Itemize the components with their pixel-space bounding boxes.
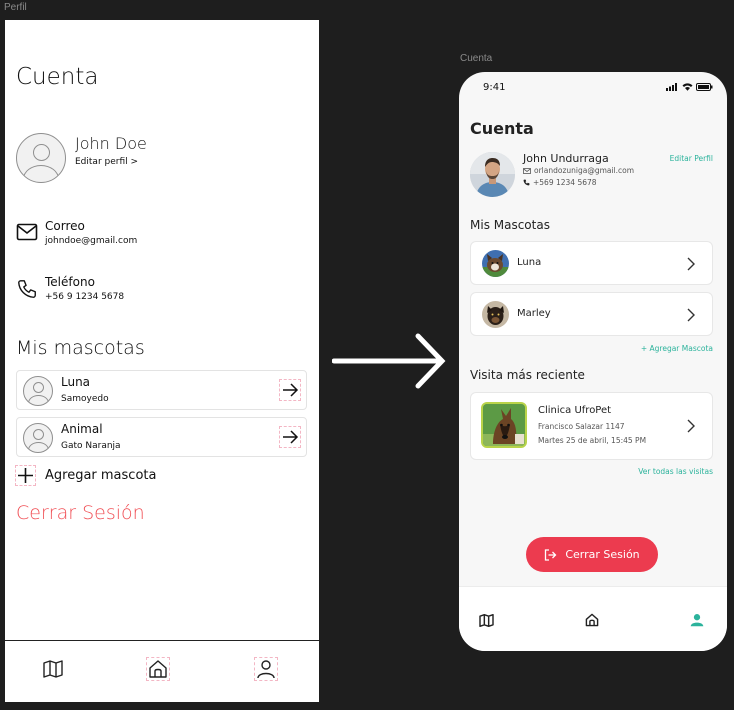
logout-button[interactable]: Cerrar Sesión (16, 502, 145, 524)
pet-breed: Samoyedo (61, 394, 109, 404)
edit-profile-link[interactable]: Editar perfil > (75, 157, 138, 167)
page-title: Cuenta (470, 119, 534, 138)
phone-screen: 9:41 Cuenta John Undurraga orlandozuniga… (459, 72, 727, 651)
pet-item[interactable]: Animal Gato Naranja (16, 417, 307, 457)
pet-item[interactable]: Luna Samoyedo (16, 370, 307, 410)
chevron-right-icon[interactable] (684, 256, 698, 272)
pet-name: Luna (517, 257, 542, 268)
mail-icon (523, 167, 531, 174)
frame-label-perfil: Perfil (4, 2, 27, 13)
arrow-right-icon[interactable] (279, 379, 301, 401)
signal-icon (666, 83, 677, 91)
page-title: Cuenta (16, 64, 99, 90)
visit-address: Francisco Salazar 1147 (538, 422, 625, 431)
bottom-nav (459, 586, 727, 651)
pet-breed: Gato Naranja (61, 441, 121, 451)
logout-icon (545, 548, 557, 561)
visit-date: Martes 25 de abril, 15:45 PM (538, 436, 647, 445)
recent-visit-card[interactable]: Clinica UfroPet Francisco Salazar 1147 M… (470, 392, 713, 460)
user-phone-text: +569 1234 5678 (533, 178, 597, 187)
chevron-right-icon[interactable] (684, 307, 698, 323)
user-name: John Undurraga (523, 152, 609, 165)
user-icon[interactable] (254, 657, 278, 681)
plus-icon (15, 465, 36, 486)
wifi-icon (682, 83, 693, 91)
user-name: John Doe (75, 134, 147, 153)
user-phone: +569 1234 5678 (523, 178, 597, 187)
battery-icon (696, 83, 713, 91)
pet-avatar (23, 376, 53, 406)
all-visits-link[interactable]: Ver todas las visitas (638, 467, 713, 476)
email-label: Correo (45, 219, 85, 233)
phone-icon (523, 179, 530, 186)
transition-arrow-icon (332, 333, 446, 389)
mail-icon (16, 223, 38, 241)
pets-section-title: Mis mascotas (16, 337, 145, 359)
phone-icon (18, 280, 36, 298)
bottom-nav (5, 640, 319, 702)
pet-item[interactable]: Marley (470, 292, 713, 336)
map-icon[interactable] (477, 611, 495, 629)
status-bar-icons (666, 83, 713, 91)
visit-clinic: Clinica UfroPet (538, 405, 612, 416)
avatar (16, 133, 66, 183)
pet-item[interactable]: Luna (470, 241, 713, 285)
pet-name: Luna (61, 375, 91, 389)
pet-photo (482, 250, 509, 277)
pets-section-title: Mis Mascotas (470, 218, 550, 232)
phone-value: +56 9 1234 5678 (45, 292, 125, 302)
phone-label: Teléfono (45, 275, 95, 289)
email-value: johndoe@gmail.com (45, 236, 138, 246)
pet-name: Marley (517, 308, 551, 319)
edit-profile-link[interactable]: Editar Perfil (670, 154, 713, 163)
recent-visit-title: Visita más reciente (470, 368, 585, 382)
map-icon[interactable] (42, 658, 64, 680)
home-icon[interactable] (146, 657, 170, 681)
frame-label-cuenta: Cuenta (460, 53, 493, 64)
user-icon[interactable] (688, 611, 706, 629)
user-avatar (470, 152, 515, 197)
status-time: 9:41 (483, 82, 506, 93)
pet-photo (482, 301, 509, 328)
pet-name: Animal (61, 422, 103, 436)
pet-avatar (23, 423, 53, 453)
home-icon[interactable] (583, 611, 601, 629)
arrow-right-icon[interactable] (279, 426, 301, 448)
logout-label: Cerrar Sesión (565, 548, 640, 561)
logout-button[interactable]: Cerrar Sesión (526, 537, 658, 572)
user-email-text: orlandozuniga@gmail.com (534, 166, 635, 175)
add-pet-link[interactable]: + Agregar Mascota (641, 344, 713, 353)
wireframe-screen: Cuenta John Doe Editar perfil > Correo j… (5, 20, 319, 702)
user-email: orlandozuniga@gmail.com (523, 166, 634, 175)
add-pet-button[interactable]: Agregar mascota (15, 465, 157, 486)
add-pet-label: Agregar mascota (45, 468, 157, 483)
visit-photo (481, 402, 527, 448)
chevron-right-icon[interactable] (684, 418, 698, 434)
